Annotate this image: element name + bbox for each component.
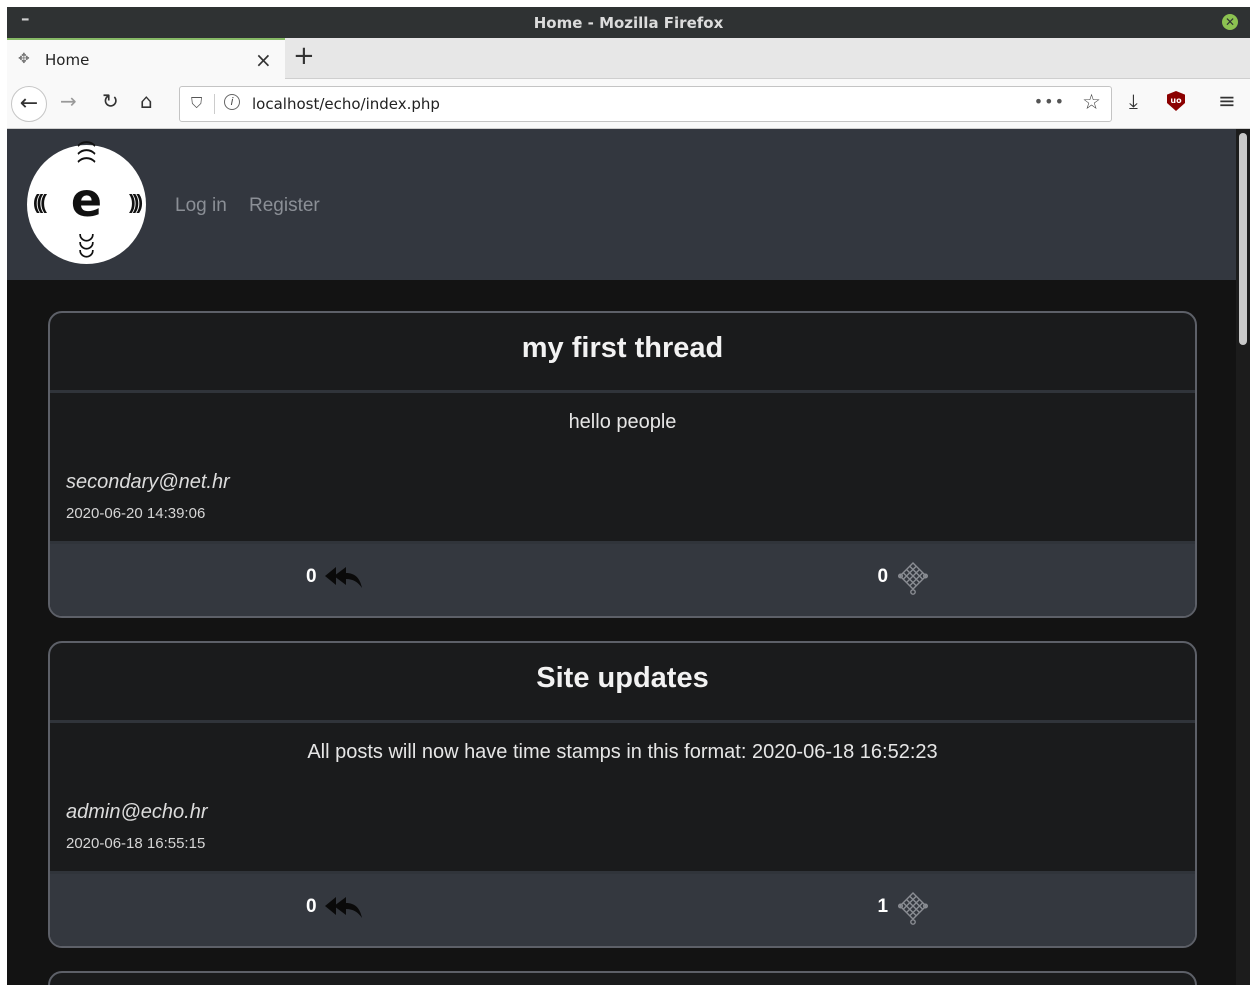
navigation-toolbar: ← → ↻ ⌂ ⛉ i localhost/echo/index.php •••… (7, 79, 1250, 129)
replies-section[interactable]: 0 (50, 874, 623, 946)
url-bar[interactable]: ⛉ i localhost/echo/index.php ••• ☆ (179, 86, 1112, 122)
scrollbar-thumb[interactable] (1239, 133, 1247, 345)
thread-footer: 0 1 (50, 874, 1195, 946)
thread-date: 2020-06-20 14:39:06 (66, 505, 206, 522)
url-text[interactable]: localhost/echo/index.php (252, 95, 440, 113)
reply-count: 0 (306, 566, 317, 587)
home-icon[interactable]: ⌂ (140, 89, 153, 113)
reload-icon[interactable]: ↻ (102, 89, 119, 113)
logo-waves-top: ⌒ ⌒ ⌒ (77, 141, 96, 177)
tab-title: Home (45, 51, 90, 69)
thread-author: secondary@net.hr (66, 471, 230, 493)
logo-waves-bottom: ◡ ◡ ◡ (78, 223, 95, 259)
back-arrow-icon[interactable]: ← (11, 86, 47, 122)
page-viewport: ⌒ ⌒ ⌒ ((( e ))) ◡ ◡ ◡ Log in Register my fir… (7, 129, 1250, 985)
knots-section[interactable]: 0 (623, 544, 1196, 616)
site-header: ⌒ ⌒ ⌒ ((( e ))) ◡ ◡ ◡ Log in Register (7, 129, 1236, 280)
hamburger-menu-icon[interactable]: ≡ (1218, 89, 1236, 113)
vertical-scrollbar[interactable] (1236, 129, 1250, 985)
tab-home[interactable]: ✥ Home × (7, 38, 285, 79)
thread-footer: 0 0 (50, 544, 1195, 616)
thread-card[interactable] (48, 971, 1197, 985)
shield-icon[interactable]: ⛉ (191, 94, 202, 112)
page-actions-button[interactable]: ••• (1034, 92, 1065, 111)
thread-title[interactable]: my first thread (50, 313, 1195, 393)
replies-section[interactable]: 0 (50, 544, 623, 616)
tab-favicon-icon: ✥ (18, 51, 30, 67)
ublock-icon[interactable]: uo (1167, 91, 1185, 111)
echo-logo[interactable]: ⌒ ⌒ ⌒ ((( e ))) ◡ ◡ ◡ (27, 141, 146, 264)
thread-card[interactable]: my first thread hello people secondary@n… (48, 311, 1197, 618)
thread-text: hello people (568, 411, 677, 433)
register-link[interactable]: Register (249, 195, 320, 217)
window-close-icon[interactable]: ✕ (1222, 14, 1238, 30)
reply-all-icon[interactable] (322, 894, 364, 920)
thread-text: All posts will now have time stamps in t… (307, 741, 938, 763)
info-icon[interactable]: i (224, 94, 240, 110)
new-tab-button[interactable]: + (293, 41, 315, 71)
tab-close-button[interactable]: × (255, 48, 272, 72)
tab-strip: ✥ Home × + (7, 38, 1250, 79)
window-titlebar: – Home - Mozilla Firefox ✕ (7, 7, 1250, 38)
logo-waves-right: ))) (129, 192, 143, 214)
thread-card[interactable]: Site updates All posts will now have tim… (48, 641, 1197, 948)
knots-section[interactable]: 1 (623, 874, 1196, 946)
knot-count: 1 (877, 896, 889, 917)
window-title: Home - Mozilla Firefox (533, 14, 724, 32)
reply-count: 0 (306, 896, 317, 917)
url-separator (214, 94, 215, 114)
knot-count: 0 (877, 566, 889, 587)
thread-date: 2020-06-18 16:55:15 (66, 835, 206, 852)
thread-body: hello people secondary@net.hr 2020-06-20… (50, 393, 1195, 544)
login-link[interactable]: Log in (175, 195, 227, 217)
forward-arrow-icon[interactable]: → (60, 89, 77, 113)
reply-all-icon[interactable] (322, 564, 364, 590)
thread-author: admin@echo.hr (66, 801, 208, 823)
download-icon[interactable]: ⤓ (1129, 89, 1138, 113)
thread-title[interactable]: Site updates (50, 643, 1195, 723)
knot-icon[interactable] (897, 561, 928, 595)
knot-icon[interactable] (897, 891, 928, 925)
bookmark-star-icon[interactable]: ☆ (1082, 90, 1101, 114)
thread-body: All posts will now have time stamps in t… (50, 723, 1195, 874)
